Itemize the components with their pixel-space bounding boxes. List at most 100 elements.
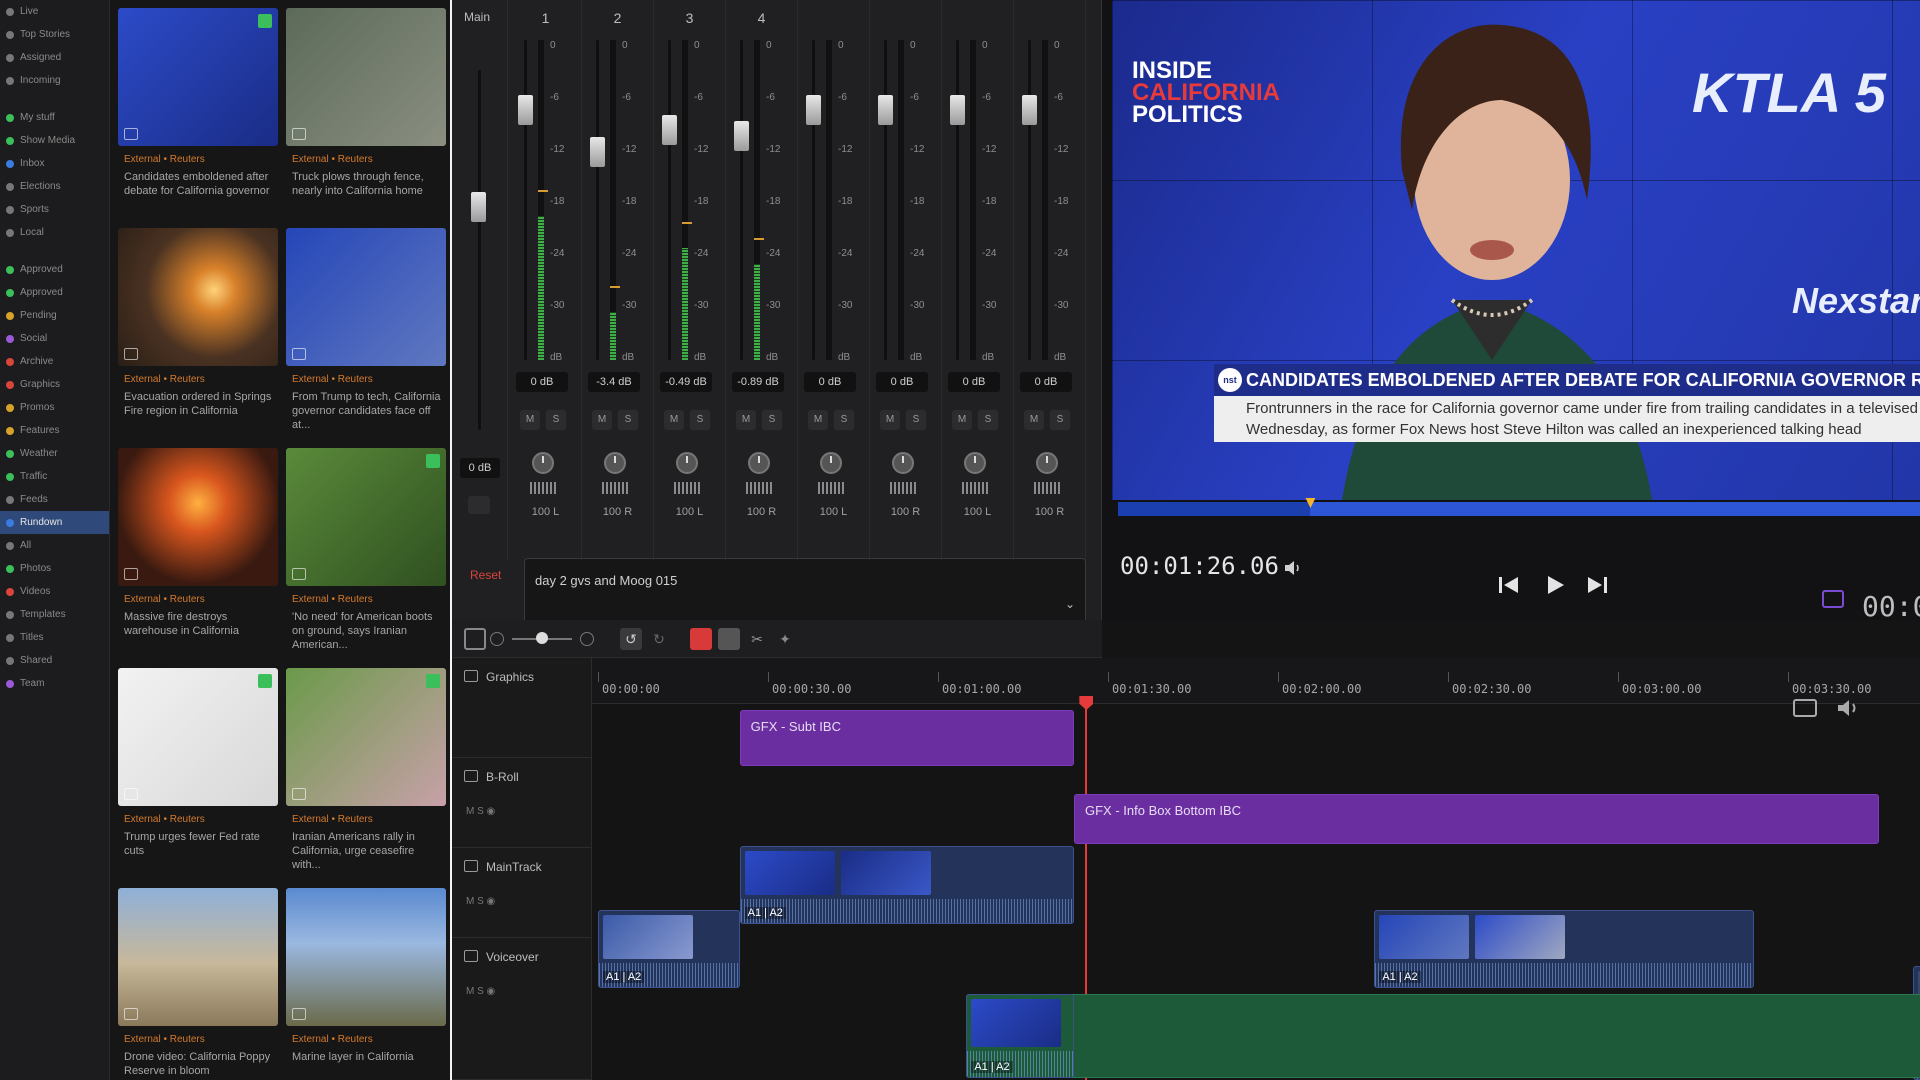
- zoom-fit-icon[interactable]: [464, 628, 486, 650]
- sidebar-item[interactable]: Titles: [0, 626, 109, 649]
- maintrack-clip-1[interactable]: A1 | A2: [598, 910, 740, 988]
- solo-button[interactable]: S: [978, 410, 998, 430]
- track-controls[interactable]: M S ◉: [466, 806, 495, 817]
- sidebar-item[interactable]: Inbox: [0, 152, 109, 175]
- sidebar-item[interactable]: Incoming: [0, 69, 109, 92]
- zoom-slider-handle[interactable]: [536, 632, 548, 644]
- channel-fader-handle[interactable]: [806, 95, 821, 126]
- voiceover-clip[interactable]: [966, 994, 1920, 1078]
- sidebar-item[interactable]: Assigned: [0, 46, 109, 69]
- track-controls[interactable]: M S ◉: [466, 896, 495, 907]
- solo-button[interactable]: S: [1050, 410, 1070, 430]
- media-card[interactable]: External • Reuters Iranian Americans rall…: [286, 668, 446, 878]
- media-thumbnail[interactable]: [118, 448, 278, 586]
- sidebar-item[interactable]: Rundown: [0, 511, 109, 534]
- track-header[interactable]: MainTrack M S ◉: [452, 848, 592, 938]
- zoom-out-icon[interactable]: [490, 632, 504, 646]
- sidebar-item[interactable]: Approved: [0, 281, 109, 304]
- track-header[interactable]: B-Roll M S ◉: [452, 758, 592, 848]
- reset-button[interactable]: Reset: [470, 568, 501, 582]
- channel-fader-handle[interactable]: [590, 137, 605, 167]
- mute-button[interactable]: M: [952, 410, 972, 430]
- undo-icon[interactable]: ↺: [620, 628, 642, 650]
- sidebar-item[interactable]: Videos: [0, 580, 109, 603]
- step-forward-icon[interactable]: [1584, 572, 1610, 598]
- sidebar-item[interactable]: Weather: [0, 442, 109, 465]
- main-fader-handle[interactable]: [471, 191, 486, 222]
- pan-knob[interactable]: [748, 452, 770, 474]
- pan-knob[interactable]: [604, 452, 626, 474]
- solo-button[interactable]: S: [762, 410, 782, 430]
- sidebar-item[interactable]: Approved: [0, 258, 109, 281]
- mute-button[interactable]: M: [1024, 410, 1044, 430]
- step-back-icon[interactable]: [1496, 572, 1522, 598]
- media-card[interactable]: External • Reuters 'No need' for American…: [286, 448, 446, 658]
- pan-knob[interactable]: [820, 452, 842, 474]
- channel-fader-track[interactable]: [812, 40, 815, 360]
- mute-button[interactable]: M: [520, 410, 540, 430]
- sidebar-item[interactable]: Archive: [0, 350, 109, 373]
- sidebar-item[interactable]: Team: [0, 672, 109, 695]
- channel-fader-handle[interactable]: [662, 114, 677, 145]
- channel-fader-handle[interactable]: [518, 95, 533, 126]
- magic-icon[interactable]: ✦: [774, 628, 796, 650]
- solo-button[interactable]: S: [906, 410, 926, 430]
- screen-icon[interactable]: [1792, 698, 1818, 718]
- sidebar-item[interactable]: Graphics: [0, 373, 109, 396]
- sidebar-item[interactable]: Traffic: [0, 465, 109, 488]
- scrub-bar[interactable]: [1118, 498, 1920, 516]
- mute-button[interactable]: M: [736, 410, 756, 430]
- voiceover-video-clip[interactable]: A1 | A2: [966, 994, 1074, 1078]
- main-fader-track[interactable]: [478, 70, 481, 430]
- copy-icon[interactable]: [718, 628, 740, 650]
- channel-fader-handle[interactable]: [950, 95, 965, 126]
- track-header[interactable]: Graphics: [452, 658, 592, 758]
- sidebar-item[interactable]: Templates: [0, 603, 109, 626]
- sidebar-item[interactable]: Pending: [0, 304, 109, 327]
- channel-fader-handle[interactable]: [734, 121, 749, 151]
- pan-knob[interactable]: [532, 452, 554, 474]
- sidebar-item[interactable]: All: [0, 534, 109, 557]
- solo-button[interactable]: S: [690, 410, 710, 430]
- time-ruler[interactable]: 00:00:00 00:00:30.00 00:01:00.00 00:01:30.0…: [592, 658, 1920, 704]
- media-thumbnail[interactable]: [286, 888, 446, 1026]
- media-card[interactable]: External • Reuters Drone video: Californi…: [118, 888, 278, 1080]
- mute-button[interactable]: M: [880, 410, 900, 430]
- sidebar-item[interactable]: Sports: [0, 198, 109, 221]
- channel-fader-handle[interactable]: [878, 95, 893, 126]
- mute-button[interactable]: M: [808, 410, 828, 430]
- audio-icon[interactable]: [1836, 698, 1862, 718]
- media-card[interactable]: External • Reuters Truck plows through fe…: [286, 8, 446, 218]
- media-thumbnail[interactable]: [118, 228, 278, 366]
- gfx-info-box-clip[interactable]: GFX - Info Box Bottom IBC: [1074, 794, 1879, 844]
- channel-fader-track[interactable]: [596, 40, 599, 360]
- sidebar-item[interactable]: Elections: [0, 175, 109, 198]
- mute-button[interactable]: M: [592, 410, 612, 430]
- monitor-icon[interactable]: [1822, 590, 1844, 608]
- channel-fader-track[interactable]: [1028, 40, 1031, 360]
- media-thumbnail[interactable]: [286, 448, 446, 586]
- channel-fader-track[interactable]: [668, 40, 671, 360]
- media-thumbnail[interactable]: [286, 8, 446, 146]
- channel-fader-handle[interactable]: [1022, 95, 1037, 126]
- track-header[interactable]: Voiceover M S ◉: [452, 938, 592, 1080]
- media-thumbnail[interactable]: [286, 228, 446, 366]
- media-card[interactable]: External • Reuters Candidates emboldened …: [118, 8, 278, 218]
- main-output-button[interactable]: [468, 496, 490, 514]
- channel-fader-track[interactable]: [524, 40, 527, 360]
- media-thumbnail[interactable]: [118, 8, 278, 146]
- sidebar-item[interactable]: Photos: [0, 557, 109, 580]
- channel-fader-track[interactable]: [740, 40, 743, 360]
- solo-button[interactable]: S: [834, 410, 854, 430]
- channel-fader-track[interactable]: [956, 40, 959, 360]
- broll-clip[interactable]: A1 | A2: [739, 846, 1074, 924]
- solo-button[interactable]: S: [618, 410, 638, 430]
- media-thumbnail[interactable]: [118, 888, 278, 1026]
- pan-knob[interactable]: [964, 452, 986, 474]
- sidebar-item[interactable]: Show Media: [0, 129, 109, 152]
- media-card[interactable]: External • Reuters Evacuation ordered in …: [118, 228, 278, 438]
- maintrack-clip-2[interactable]: A1 | A2: [1374, 910, 1754, 988]
- scissors-icon[interactable]: ✂: [746, 628, 768, 650]
- play-icon[interactable]: [1542, 572, 1568, 598]
- gfx-subt-clip[interactable]: GFX - Subt IBC: [739, 710, 1074, 766]
